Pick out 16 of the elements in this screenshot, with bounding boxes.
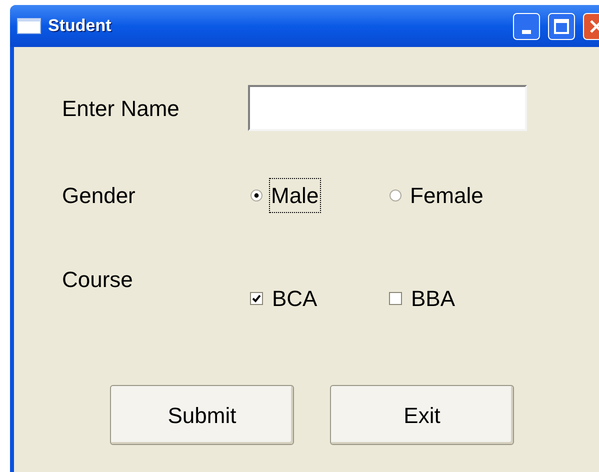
- minimize-icon: [522, 30, 531, 34]
- radio-button[interactable]: Female: [389, 178, 484, 212]
- exit-button[interactable]: Exit: [330, 385, 514, 445]
- checkbox[interactable]: BCA: [250, 283, 389, 313]
- window-icon: [17, 18, 41, 34]
- window-title: Student: [48, 15, 112, 38]
- name-field[interactable]: [248, 85, 527, 131]
- course-label: Course: [62, 266, 134, 294]
- maximize-button[interactable]: [548, 12, 575, 40]
- radio-button[interactable]: Male: [250, 178, 389, 212]
- submit-button[interactable]: Submit: [110, 385, 294, 445]
- name-label: Enter Name: [62, 94, 180, 122]
- maximize-icon: [554, 18, 569, 34]
- gender-label: Gender: [62, 182, 136, 210]
- minimize-button[interactable]: [513, 12, 540, 40]
- checkbox[interactable]: BBA: [389, 283, 456, 313]
